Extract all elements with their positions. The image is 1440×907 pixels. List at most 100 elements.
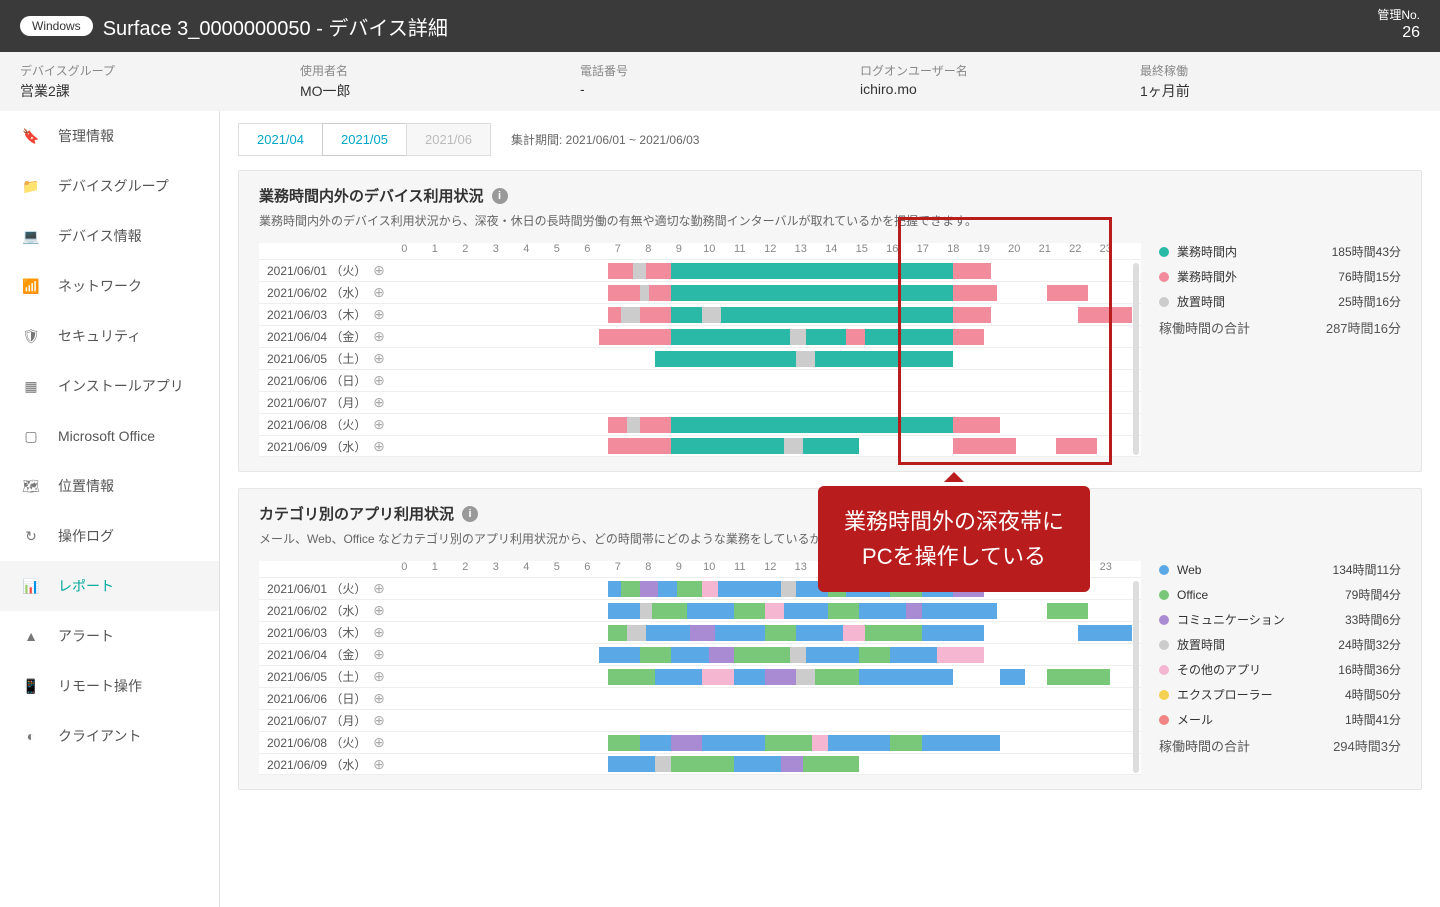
expand-icon[interactable]: ⊕ (369, 646, 389, 663)
segment-office (865, 625, 921, 641)
segment-comm (906, 603, 922, 619)
row-bars (389, 416, 1141, 434)
row-bars (389, 394, 1141, 412)
timeline-row: 2021/06/01 （火）⊕ (259, 259, 1141, 281)
expand-icon[interactable]: ⊕ (369, 624, 389, 641)
sidebar-item-位置情報[interactable]: 🗺位置情報 (0, 461, 219, 511)
row-date: 2021/06/03 （木） (259, 624, 369, 641)
segment-idle (781, 581, 797, 597)
sidebar-item-セキュリティ[interactable]: 🛡セキュリティ (0, 311, 219, 361)
management-number: 管理No. 26 (1377, 8, 1420, 44)
segment-over (953, 263, 991, 279)
segment-work (721, 307, 953, 323)
segment-web (828, 735, 891, 751)
legend-swatch (1159, 640, 1169, 650)
segment-work (671, 438, 784, 454)
segment-web (718, 581, 781, 597)
segment-over (608, 285, 639, 301)
info-icon[interactable]: i (462, 506, 478, 522)
sidebar-item-デバイスグループ[interactable]: 📁デバイスグループ (0, 161, 219, 211)
segment-over (649, 285, 671, 301)
tab-2021/05[interactable]: 2021/05 (322, 123, 407, 156)
sidebar-item-リモート操作[interactable]: 📱リモート操作 (0, 661, 219, 711)
sidebar-item-label: 管理情報 (58, 126, 114, 146)
expand-icon[interactable]: ⊕ (369, 438, 389, 455)
wifi-icon: 📶 (20, 275, 42, 297)
timeline-row: 2021/06/07 （月）⊕ (259, 391, 1141, 413)
sidebar-item-ネットワーク[interactable]: 📶ネットワーク (0, 261, 219, 311)
segment-over (608, 263, 633, 279)
expand-icon[interactable]: ⊕ (369, 602, 389, 619)
legend-name: その他のアプリ (1177, 661, 1261, 678)
row-date: 2021/06/08 （火） (259, 416, 369, 433)
sidebar-item-デバイス情報[interactable]: 💻デバイス情報 (0, 211, 219, 261)
legend-item: エクスプローラー4時間50分 (1159, 686, 1401, 703)
timeline-row: 2021/06/06 （日）⊕ (259, 369, 1141, 391)
segment-office (815, 669, 859, 685)
row-date: 2021/06/07 （月） (259, 394, 369, 411)
square-icon: ▢ (20, 425, 42, 447)
remote-icon: 📱 (20, 675, 42, 697)
segment-over (953, 285, 997, 301)
sidebar-item-レポート[interactable]: 📊レポート (0, 561, 219, 611)
expand-icon[interactable]: ⊕ (369, 350, 389, 367)
sidebar-item-インストールアプリ[interactable]: ▦インストールアプリ (0, 361, 219, 411)
segment-web (608, 756, 655, 772)
sidebar-item-label: クライアント (58, 726, 141, 746)
expand-icon[interactable]: ⊕ (369, 690, 389, 707)
legend-name: 放置時間 (1177, 636, 1225, 653)
expand-icon[interactable]: ⊕ (369, 262, 389, 279)
page-title: Surface 3_0000000050 - デバイス詳細 (103, 12, 1378, 41)
segment-web (671, 647, 709, 663)
expand-icon[interactable]: ⊕ (369, 756, 389, 773)
expand-icon[interactable]: ⊕ (369, 734, 389, 751)
sidebar-item-操作ログ[interactable]: ↻ 操作ログ (0, 511, 219, 561)
info-column: ログオンユーザー名ichiro.mo (860, 62, 1140, 101)
expand-icon[interactable]: ⊕ (369, 668, 389, 685)
row-date: 2021/06/09 （水） (259, 438, 369, 455)
expand-icon[interactable]: ⊕ (369, 284, 389, 301)
legend-swatch (1159, 590, 1169, 600)
segment-web (599, 647, 640, 663)
sidebar-item-アラート[interactable]: ▲アラート (0, 611, 219, 661)
expand-icon[interactable]: ⊕ (369, 416, 389, 433)
timeline-row: 2021/06/05 （土）⊕ (259, 347, 1141, 369)
info-icon[interactable]: i (492, 188, 508, 204)
row-bars (389, 690, 1141, 708)
segment-work (806, 329, 847, 345)
segment-over (1056, 438, 1097, 454)
sidebar-item-Microsoft Office[interactable]: ▢Microsoft Office (0, 411, 219, 461)
main-content: 2021/042021/052021/06集計期間: 2021/06/01 ~ … (220, 111, 1440, 907)
segment-work (671, 285, 953, 301)
timeline-row: 2021/06/03 （木）⊕ (259, 621, 1141, 643)
segment-over (608, 438, 671, 454)
sidebar-item-クライアント[interactable]: ◐クライアント (0, 711, 219, 761)
expand-icon[interactable]: ⊕ (369, 712, 389, 729)
tab-2021/04[interactable]: 2021/04 (238, 123, 323, 156)
segment-office (828, 603, 859, 619)
sidebar-item-管理情報[interactable]: 🔖管理情報 (0, 111, 219, 161)
legend-swatch (1159, 665, 1169, 675)
segment-office (803, 756, 859, 772)
segment-idle (640, 603, 653, 619)
row-date: 2021/06/09 （水） (259, 756, 369, 773)
expand-icon[interactable]: ⊕ (369, 328, 389, 345)
sidebar-item-label: 操作ログ (58, 526, 114, 546)
row-date: 2021/06/06 （日） (259, 690, 369, 707)
expand-icon[interactable]: ⊕ (369, 372, 389, 389)
legend-value: 24時間32分 (1338, 636, 1401, 653)
panel-description: 業務時間内外のデバイス利用状況から、深夜・休日の長時間労働の有無や適切な勤務間イ… (259, 212, 1401, 229)
segment-work (671, 307, 702, 323)
segment-other (702, 581, 718, 597)
info-label: ログオンユーザー名 (860, 62, 1140, 79)
expand-icon[interactable]: ⊕ (369, 580, 389, 597)
legend-swatch (1159, 297, 1169, 307)
row-date: 2021/06/05 （土） (259, 350, 369, 367)
row-date: 2021/06/02 （水） (259, 602, 369, 619)
history-icon: ↻ (20, 525, 42, 547)
legend-value: 4時間50分 (1345, 686, 1401, 703)
segment-office (1047, 603, 1088, 619)
expand-icon[interactable]: ⊕ (369, 306, 389, 323)
expand-icon[interactable]: ⊕ (369, 394, 389, 411)
segment-idle (790, 647, 806, 663)
